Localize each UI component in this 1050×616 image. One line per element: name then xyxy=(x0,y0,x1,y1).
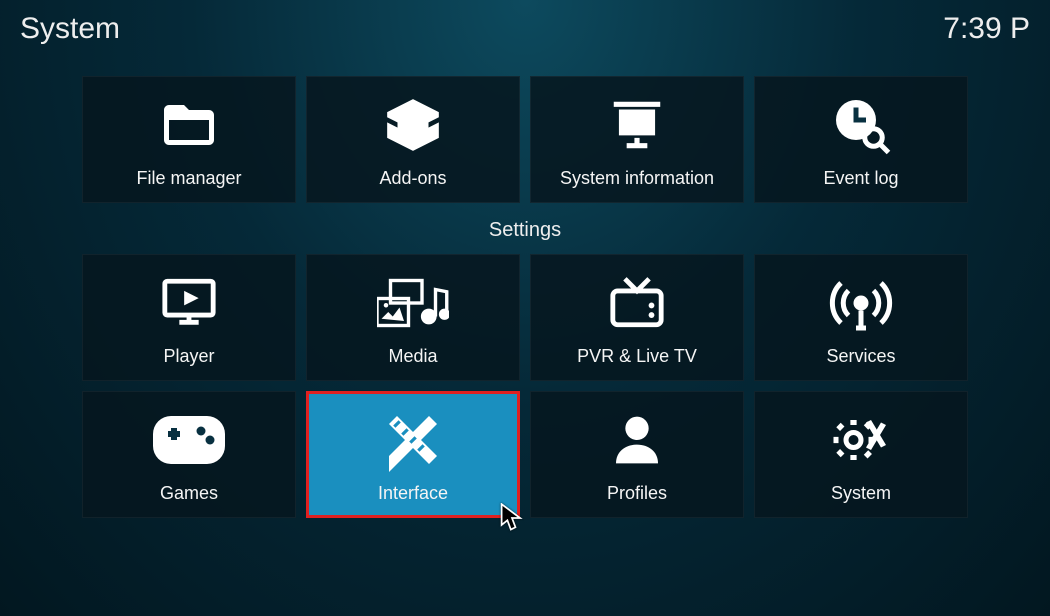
row-3: Games Interface Profiles System xyxy=(82,391,968,518)
tile-media[interactable]: Media xyxy=(306,254,520,381)
clock: 7:39 P xyxy=(943,12,1030,46)
tile-label: Services xyxy=(826,346,895,367)
broadcast-icon xyxy=(821,268,901,338)
folder-icon xyxy=(149,90,229,160)
monitor-play-icon xyxy=(149,268,229,338)
media-icon xyxy=(373,268,453,338)
tile-label: Event log xyxy=(823,168,898,189)
presentation-icon xyxy=(597,90,677,160)
tile-profiles[interactable]: Profiles xyxy=(530,391,744,518)
tile-games[interactable]: Games xyxy=(82,391,296,518)
tile-player[interactable]: Player xyxy=(82,254,296,381)
tile-label: Games xyxy=(160,483,218,504)
mouse-cursor xyxy=(500,503,524,538)
person-icon xyxy=(597,405,677,475)
clock-search-icon xyxy=(821,90,901,160)
tile-label: Media xyxy=(388,346,437,367)
tile-interface[interactable]: Interface xyxy=(306,391,520,518)
box-icon xyxy=(373,90,453,160)
settings-grid: File manager Add-ons System information … xyxy=(0,46,1050,518)
tile-label: System information xyxy=(560,168,714,189)
tile-addons[interactable]: Add-ons xyxy=(306,76,520,203)
tile-label: PVR & Live TV xyxy=(577,346,697,367)
tile-label: File manager xyxy=(136,168,241,189)
tile-services[interactable]: Services xyxy=(754,254,968,381)
tile-label: Profiles xyxy=(607,483,667,504)
gamepad-icon xyxy=(149,405,229,475)
tile-system-information[interactable]: System information xyxy=(530,76,744,203)
page-title: System xyxy=(20,12,120,46)
tile-label: Player xyxy=(163,346,214,367)
pencil-ruler-icon xyxy=(373,405,453,475)
tile-system[interactable]: System xyxy=(754,391,968,518)
header: System 7:39 P xyxy=(0,0,1050,46)
gear-tools-icon xyxy=(821,405,901,475)
tile-file-manager[interactable]: File manager xyxy=(82,76,296,203)
row-1: File manager Add-ons System information … xyxy=(82,76,968,203)
tile-event-log[interactable]: Event log xyxy=(754,76,968,203)
section-label: Settings xyxy=(489,219,561,242)
tile-pvr-live-tv[interactable]: PVR & Live TV xyxy=(530,254,744,381)
tv-icon xyxy=(597,268,677,338)
tile-label: Add-ons xyxy=(379,168,446,189)
tile-label: System xyxy=(831,483,891,504)
row-2: Player Media PVR & Live TV Services xyxy=(82,254,968,381)
tile-label: Interface xyxy=(378,483,448,504)
